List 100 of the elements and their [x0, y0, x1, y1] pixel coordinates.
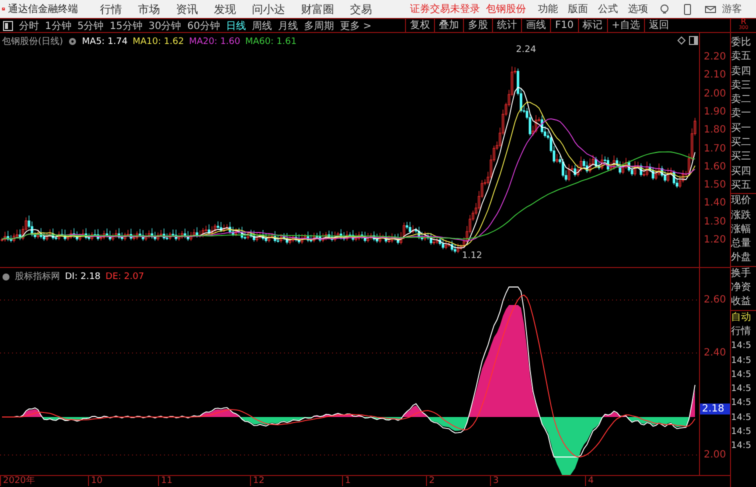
menu-item[interactable]: 市场	[138, 2, 160, 16]
trade-time: 14:5	[731, 397, 752, 410]
trade-time: 14:5	[731, 368, 752, 382]
toolbar-button[interactable]: 叠加	[434, 19, 464, 32]
ma-value: MA20: 1.60	[188, 36, 240, 46]
high-price-label: 2.24	[516, 45, 536, 55]
time-axis-label: 3	[490, 476, 499, 486]
toolbar-button[interactable]: 标记	[578, 19, 607, 32]
time-axis-label: 1	[342, 476, 351, 486]
time-axis-label: 12	[250, 476, 264, 486]
phone-icon[interactable]	[682, 4, 693, 14]
price-axis-label: 1.20	[704, 234, 726, 246]
price-axis-label: 1.30	[704, 216, 726, 228]
period-tab[interactable]: 月线	[278, 18, 298, 32]
menu-item[interactable]: 资讯	[176, 2, 198, 16]
time-axis-label: 2020年	[0, 476, 35, 486]
indicator-value: DE: 2.07	[106, 272, 144, 282]
more-button[interactable]: 更多 >	[340, 18, 372, 32]
indicator-title: 股标指标网	[15, 270, 60, 283]
quote-field-label: 收益	[731, 295, 751, 310]
trade-time: 14:5	[731, 354, 752, 368]
low-price-label: 1.12	[462, 251, 482, 261]
price-axis-label: 1.70	[704, 143, 726, 154]
menu-item[interactable]: 问小达	[252, 2, 285, 16]
toolbar-button[interactable]: 多股	[463, 19, 492, 32]
quote-field-label: 净资	[731, 281, 751, 296]
toolbar-button[interactable]: 统计	[492, 19, 522, 32]
mail-icon[interactable]	[705, 4, 716, 14]
period-tab[interactable]: 15分钟	[110, 18, 142, 32]
toolbar-button[interactable]: 复权	[405, 19, 434, 32]
login-status: 证券交易未登录	[410, 2, 480, 16]
period-tab[interactable]: 多周期	[304, 18, 334, 32]
bulb-icon[interactable]	[659, 4, 670, 14]
panel-toggle-icon[interactable]	[3, 20, 13, 30]
indicator-value: DI: 2.18	[65, 272, 101, 282]
quote-field-label: 外盘	[731, 251, 751, 266]
user-label[interactable]: 游客	[722, 2, 742, 16]
price-axis-label: 1.50	[704, 180, 726, 191]
quote-field-label: 买四	[731, 164, 751, 179]
toolbar-button[interactable]: 画线	[521, 19, 550, 32]
indicator-axis-label: 2.40	[704, 348, 726, 358]
corner-label: R	[740, 19, 746, 25]
trade-time: 14:5	[731, 440, 752, 454]
period-tab[interactable]: 周线	[252, 18, 272, 32]
diamond-icon[interactable]	[677, 36, 686, 45]
indicator-axis-label: 2.60	[704, 294, 726, 306]
quote-field-label: 卖三	[731, 78, 751, 93]
price-axis-label: 1.90	[704, 106, 726, 118]
market-label: 行情	[731, 324, 751, 339]
quote-field-label: 涨幅	[731, 222, 751, 237]
time-axis-label: 2	[426, 476, 435, 486]
current-value-label: 2.18	[700, 404, 730, 414]
time-axis-label: 4	[585, 476, 594, 486]
price-axis-label: 1.60	[704, 161, 726, 172]
quote-field-label: 买五	[731, 178, 751, 193]
toolbar-button[interactable]: 返回	[644, 19, 673, 32]
period-tab[interactable]: 60分钟	[187, 18, 220, 32]
trade-time: 14:5	[731, 340, 752, 354]
chart-title: 包钢股份(日线)	[2, 36, 64, 48]
auto-label: 自动	[731, 310, 751, 325]
ma-value: MA60: 1.61	[245, 36, 297, 46]
time-axis-label: 10	[88, 476, 102, 486]
quote-field-label: 总量	[731, 237, 751, 252]
quote-field-label: 现价	[731, 194, 751, 208]
quote-field-label: 委比	[731, 36, 751, 50]
quote-field-label: 买三	[731, 150, 751, 164]
quote-field-label: 卖四	[731, 64, 751, 79]
period-tab[interactable]: 1分钟	[45, 18, 72, 32]
time-axis-label: 11	[158, 476, 172, 486]
menu-item[interactable]: 行情	[100, 2, 122, 16]
circle-icon[interactable]	[2, 272, 10, 280]
quote-field-label: 买二	[731, 136, 751, 150]
window-icon[interactable]	[689, 36, 698, 45]
price-axis-label: 1.40	[704, 198, 726, 209]
menu-item[interactable]: 发现	[214, 2, 236, 16]
menu-item[interactable]: 交易	[350, 2, 372, 16]
price-axis-label: 1.80	[704, 124, 726, 136]
period-tab[interactable]: 5分钟	[77, 18, 104, 32]
tool-menu-item[interactable]: 选项	[628, 2, 648, 16]
tool-menu-item[interactable]: 公式	[598, 2, 618, 16]
trade-time: 14:5	[731, 412, 752, 425]
toolbar-button[interactable]: F10	[550, 19, 578, 32]
period-tab[interactable]: 日线	[226, 18, 246, 32]
indicator-axis-label: 2.00	[704, 450, 726, 460]
price-axis-label: 2.20	[704, 52, 726, 62]
tool-menu-item[interactable]: 版面	[568, 2, 588, 16]
ma-value: MA10: 1.62	[132, 36, 184, 46]
toolbar-button[interactable]: +自选	[606, 19, 644, 32]
quote-field-label: 买一	[731, 122, 751, 136]
app-title: 通达信金融终端	[8, 2, 78, 16]
quote-field-label: 卖一	[731, 107, 751, 122]
quote-field-label: 卖五	[731, 50, 751, 64]
quote-field-label: 卖二	[731, 93, 751, 108]
tool-menu-item[interactable]: 功能	[538, 2, 558, 16]
stock-name: 包钢股份	[486, 3, 526, 16]
ma-value: MA5: 1.74	[82, 36, 128, 46]
menu-item[interactable]: 财富圈	[300, 2, 334, 16]
period-tab[interactable]: 分时	[19, 18, 39, 32]
trade-time: 14:5	[731, 383, 752, 396]
period-tab[interactable]: 30分钟	[148, 18, 182, 32]
